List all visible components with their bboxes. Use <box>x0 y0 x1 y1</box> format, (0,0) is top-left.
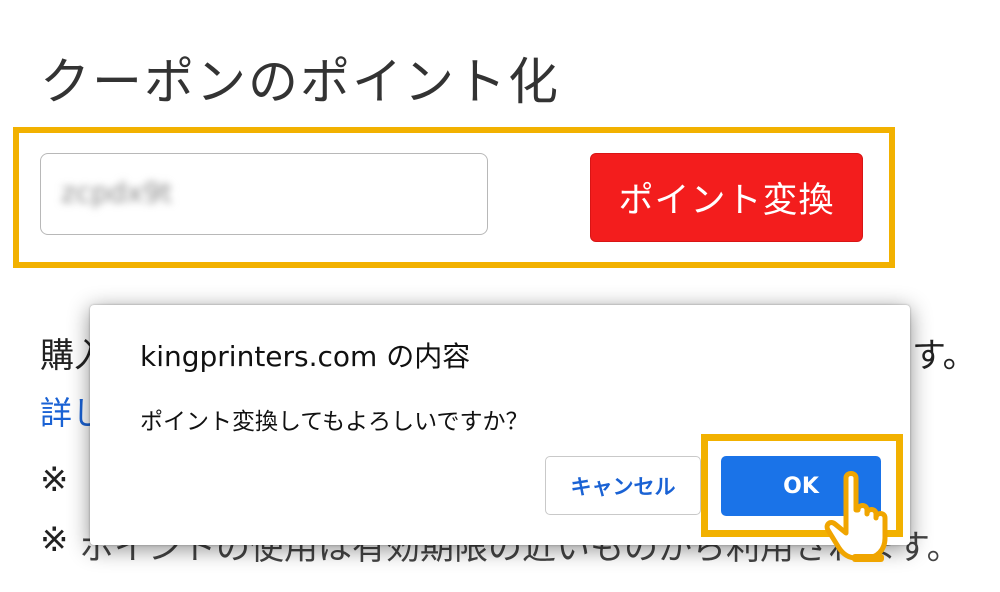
page-title: クーポンのポイント化 <box>40 53 560 111</box>
coupon-code-value: zcpdx9t <box>61 176 173 209</box>
page: クーポンのポイント化 zcpdx9t ポイント変換 購入 す。 詳し ※ ※ ポ… <box>0 0 1000 592</box>
cancel-button[interactable]: キャンセル <box>545 456 701 515</box>
point-convert-button[interactable]: ポイント変換 <box>590 153 863 242</box>
note-2-marker: ※ <box>40 520 69 560</box>
coupon-code-input[interactable]: zcpdx9t <box>40 153 488 235</box>
dialog-origin: kingprinters.com の内容 <box>140 340 471 373</box>
hand-pointer-icon <box>824 471 888 562</box>
note-1-marker: ※ <box>40 460 69 500</box>
purchase-text-end: す。 <box>912 336 977 376</box>
dialog-message: ポイント変換してもよろしいですか？ <box>140 409 529 435</box>
confirm-dialog: kingprinters.com の内容 ポイント変換してもよろしいですか？ キ… <box>90 305 910 545</box>
